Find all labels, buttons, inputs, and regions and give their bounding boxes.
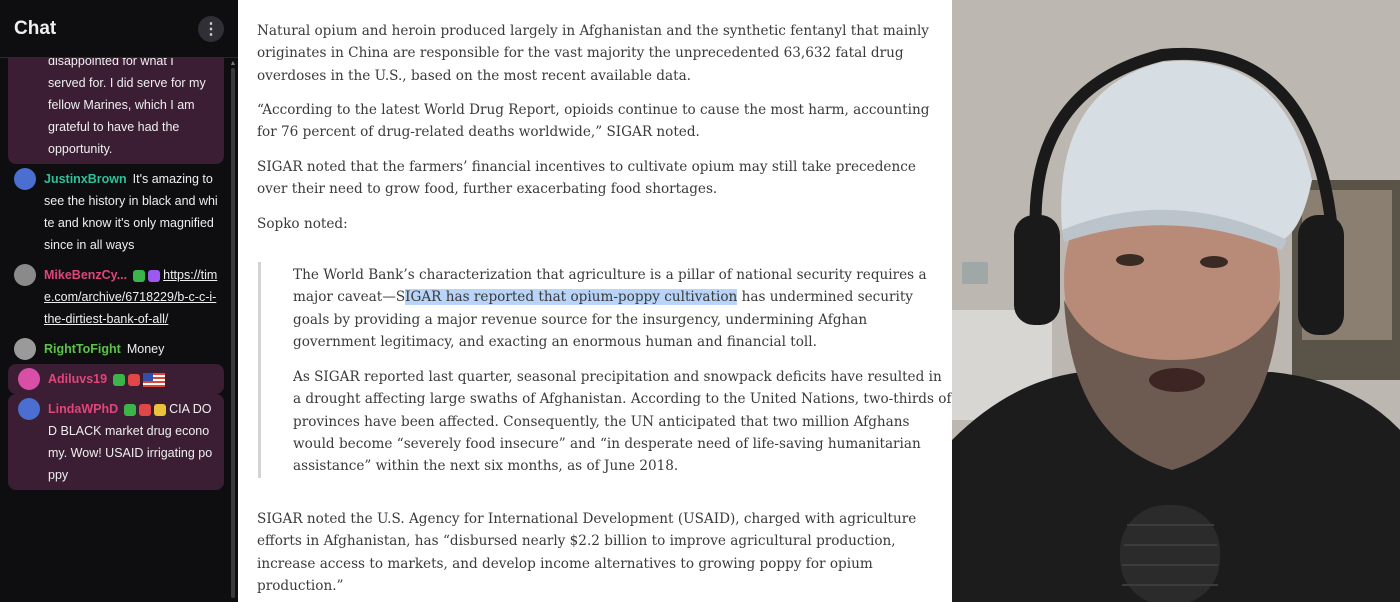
chat-message-text: disappointed for what I served for. I di… (48, 58, 206, 156)
chat-badge-icon[interactable] (124, 403, 137, 416)
user-avatar[interactable] (14, 338, 36, 360)
chat-message[interactable]: MikeBenzCy... https://time.com/archive/67… (0, 260, 228, 334)
chat-username[interactable]: JustinxBrown (44, 172, 127, 186)
scroll-up-arrow-icon[interactable]: ▲ (228, 60, 238, 67)
chat-badge-icon[interactable] (133, 269, 146, 282)
chat-message-list[interactable]: disappointed for what I served for. I di… (0, 58, 228, 602)
chat-message[interactable]: JustinxBrown It's amazing to see the hist… (0, 164, 228, 260)
article-paragraph: “According to the latest World Drug Repo… (257, 102, 930, 141)
chat-scrollbar[interactable]: ▲ (228, 58, 238, 602)
selected-text[interactable]: IGAR has reported that opium-poppy culti… (405, 289, 738, 306)
article-paragraph: SIGAR noted the U.S. Agency for Internat… (257, 511, 917, 594)
chat-badge-icon[interactable] (148, 269, 161, 282)
user-avatar[interactable] (14, 168, 36, 190)
blockquote-paragraph: As SIGAR reported last quarter, seasonal… (293, 369, 952, 475)
chat-badge-icon[interactable] (154, 403, 167, 416)
user-avatar[interactable] (18, 368, 40, 390)
user-avatar[interactable] (14, 264, 36, 286)
chat-badge-icon[interactable] (139, 403, 152, 416)
kebab-menu-icon[interactable]: ⋮ (198, 15, 224, 42)
article-page: Natural opium and heroin produced largel… (238, 0, 952, 602)
chat-header: Chat ⋮ (0, 0, 238, 58)
chat-panel: Chat ⋮ disappointed for what I served fo… (0, 0, 238, 602)
chat-username[interactable]: LindaWPhD (48, 402, 118, 416)
chat-badge-icon[interactable] (113, 373, 126, 386)
chat-message[interactable]: Adiluvs19 (8, 364, 224, 394)
webcam-feed (952, 0, 1400, 602)
user-avatar[interactable] (18, 398, 40, 420)
scrollbar-thumb[interactable] (231, 68, 235, 598)
blockquote: The World Bank’s characterization that a… (258, 262, 952, 478)
us-flag-icon (143, 372, 166, 387)
chat-message[interactable]: disappointed for what I served for. I di… (8, 58, 224, 164)
blockquote-paragraph: The World Bank’s characterization that a… (293, 264, 952, 353)
article-paragraph: SIGAR noted that the farmers’ financial … (257, 159, 916, 198)
chat-message[interactable]: LindaWPhD CIA DOD BLACK market drug econo… (8, 394, 224, 490)
webcam-feed-icon (952, 0, 1400, 602)
chat-message-text: Money (126, 342, 165, 356)
chat-title: Chat (14, 17, 57, 39)
chat-username[interactable]: Adiluvs19 (48, 372, 107, 386)
chat-message[interactable]: RightToFight Money (0, 334, 228, 364)
chat-badge-icon[interactable] (128, 373, 141, 386)
article-paragraph: Natural opium and heroin produced largel… (257, 23, 929, 84)
chat-username[interactable]: RightToFight (44, 342, 121, 356)
article-paragraph: Sopko noted: (257, 216, 348, 232)
chat-username[interactable]: MikeBenzCy... (44, 268, 127, 282)
